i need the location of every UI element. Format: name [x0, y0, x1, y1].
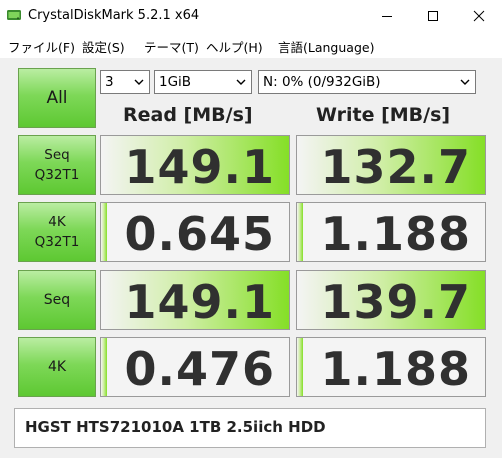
- comment-field[interactable]: HGST HTS721010A 1TB 2.5iich HDD: [14, 408, 486, 448]
- test-size-select[interactable]: 1GiB: [154, 70, 252, 94]
- minimize-icon: [382, 16, 392, 17]
- 4k-button[interactable]: 4K: [18, 337, 96, 397]
- read-bar: [101, 203, 107, 261]
- read-value: 0.645: [124, 207, 275, 261]
- disk-icon: [6, 7, 22, 23]
- 4k-q32t1-write-result: 1.188: [296, 202, 486, 262]
- menu-language[interactable]: 言語(Language): [278, 37, 374, 56]
- seq-q32t1-write-result: 132.7: [296, 135, 486, 195]
- read-bar: [101, 338, 107, 396]
- write-bar: [297, 203, 303, 261]
- write-value: 139.7: [320, 275, 471, 329]
- run-all-button[interactable]: All: [18, 68, 96, 128]
- 4k-q32t1-read-result: 0.645: [100, 202, 290, 262]
- seq-read-result: 149.1: [100, 270, 290, 330]
- test-count-value: 3: [105, 74, 114, 90]
- drive-select[interactable]: N: 0% (0/932GiB): [258, 70, 476, 94]
- close-icon: [473, 10, 485, 22]
- menu-file[interactable]: ファイル(F): [8, 37, 75, 56]
- read-value: 0.476: [124, 342, 275, 396]
- test-label-line1: 4K: [47, 359, 67, 375]
- menu-bar: ファイル(F) 設定(S) テーマ(T) ヘルプ(H) 言語(Language): [0, 32, 502, 56]
- test-count-select[interactable]: 3: [100, 70, 150, 94]
- test-label-line2: Q32T1: [34, 167, 80, 183]
- write-value: 1.188: [320, 207, 471, 261]
- run-all-label: All: [46, 88, 68, 108]
- read-header: Read [MB/s]: [123, 104, 253, 126]
- write-value: 132.7: [320, 140, 471, 194]
- maximize-icon: [428, 11, 438, 21]
- read-value: 149.1: [124, 275, 275, 329]
- minimize-button[interactable]: [364, 0, 410, 32]
- test-label-line2: Q32T1: [34, 234, 80, 250]
- write-header: Write [MB/s]: [316, 104, 451, 126]
- 4k-write-result: 1.188: [296, 337, 486, 397]
- test-label-line1: Seq: [43, 292, 71, 308]
- 4k-read-result: 0.476: [100, 337, 290, 397]
- 4k-q32t1-button[interactable]: 4K Q32T1: [18, 202, 96, 262]
- chevron-down-icon: [460, 79, 470, 85]
- maximize-button[interactable]: [410, 0, 456, 32]
- menu-settings[interactable]: 設定(S): [82, 37, 125, 56]
- write-value: 1.188: [320, 342, 471, 396]
- read-value: 149.1: [124, 140, 275, 194]
- seq-button[interactable]: Seq: [18, 270, 96, 330]
- chevron-down-icon: [236, 79, 246, 85]
- window-title: CrystalDiskMark 5.2.1 x64: [28, 8, 200, 23]
- test-size-value: 1GiB: [159, 74, 192, 90]
- close-button[interactable]: [456, 0, 502, 32]
- seq-write-result: 139.7: [296, 270, 486, 330]
- test-label-line1: 4K: [48, 214, 66, 230]
- menu-help[interactable]: ヘルプ(H): [206, 37, 263, 56]
- seq-q32t1-button[interactable]: Seq Q32T1: [18, 135, 96, 195]
- title-bar: CrystalDiskMark 5.2.1 x64: [0, 0, 502, 32]
- drive-value: N: 0% (0/932GiB): [263, 74, 381, 90]
- seq-q32t1-read-result: 149.1: [100, 135, 290, 195]
- menu-theme[interactable]: テーマ(T): [144, 37, 199, 56]
- chevron-down-icon: [134, 79, 144, 85]
- write-bar: [297, 338, 303, 396]
- test-label-line1: Seq: [44, 147, 70, 163]
